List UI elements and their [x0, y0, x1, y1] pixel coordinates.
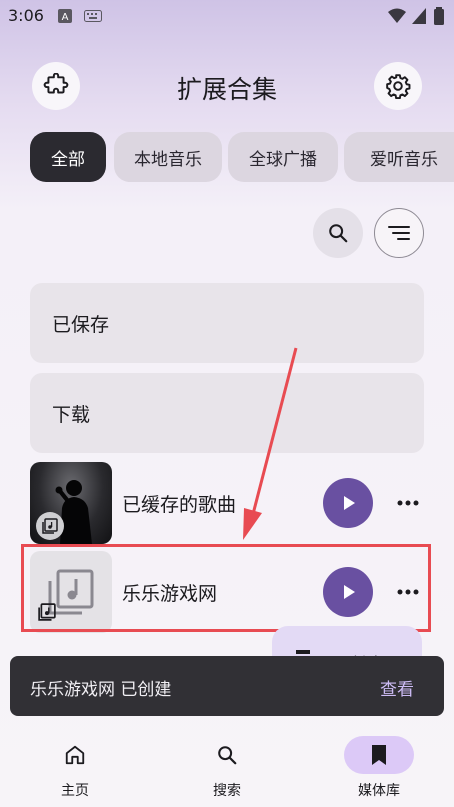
snackbar: 乐乐游戏网 已创建 查看 [10, 656, 444, 716]
snackbar-message: 乐乐游戏网 已创建 [30, 680, 172, 700]
nav-home-icon-wrap [40, 736, 110, 774]
nav-search[interactable]: 搜索 [182, 734, 272, 804]
home-icon [65, 745, 85, 765]
nav-home[interactable]: 主页 [30, 734, 120, 804]
bottom-navigation: 主页 搜索 媒体库 [0, 722, 454, 807]
snackbar-view-button[interactable]: 查看 [380, 675, 414, 700]
nav-library-label: 媒体库 [358, 783, 400, 799]
search-icon [218, 746, 237, 765]
bookmark-icon [372, 745, 386, 765]
nav-library[interactable]: 媒体库 [334, 734, 424, 804]
nav-search-label: 搜索 [213, 783, 241, 799]
nav-home-label: 主页 [61, 783, 89, 799]
nav-library-icon-wrap [344, 736, 414, 774]
nav-search-icon-wrap [192, 736, 262, 774]
